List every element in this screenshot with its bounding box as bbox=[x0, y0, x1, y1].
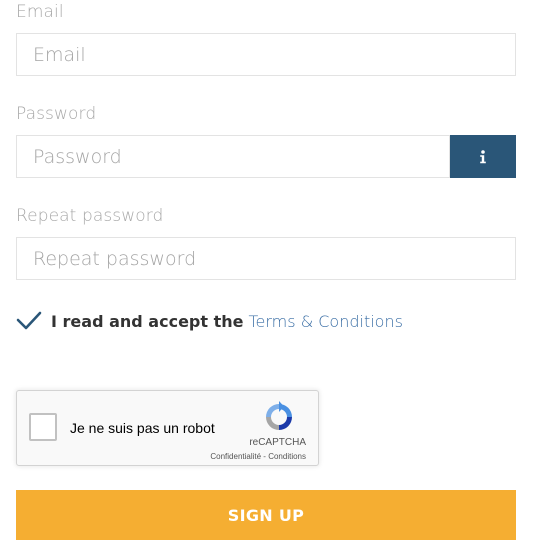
password-info-button[interactable] bbox=[450, 135, 516, 178]
sign-up-button[interactable]: SIGN UP bbox=[16, 490, 516, 540]
recaptcha-links: Confidentialité - Conditions bbox=[210, 452, 306, 461]
repeat-password-label: Repeat password bbox=[16, 206, 164, 226]
repeat-password-input[interactable] bbox=[16, 237, 516, 280]
password-label: Password bbox=[16, 104, 97, 124]
recaptcha-privacy-link[interactable]: Confidentialité bbox=[210, 452, 261, 461]
recaptcha-label: Je ne suis pas un robot bbox=[70, 420, 215, 436]
terms-text: I read and accept the bbox=[51, 311, 244, 331]
recaptcha-logo-icon bbox=[266, 401, 292, 430]
password-input[interactable] bbox=[16, 135, 450, 178]
recaptcha-widget: Je ne suis pas un robot reCAPTCHA Confid… bbox=[16, 390, 319, 466]
recaptcha-terms-link[interactable]: Conditions bbox=[268, 452, 306, 461]
recaptcha-brand: reCAPTCHA bbox=[249, 437, 306, 448]
info-icon bbox=[480, 149, 486, 163]
email-label: Email bbox=[16, 2, 64, 22]
terms-row: I read and accept the Terms & Conditions bbox=[16, 306, 403, 336]
terms-conditions-link[interactable]: Terms & Conditions bbox=[248, 312, 402, 331]
checkmark-icon[interactable] bbox=[16, 310, 42, 332]
recaptcha-checkbox[interactable] bbox=[29, 413, 57, 441]
email-input[interactable] bbox=[16, 33, 516, 76]
